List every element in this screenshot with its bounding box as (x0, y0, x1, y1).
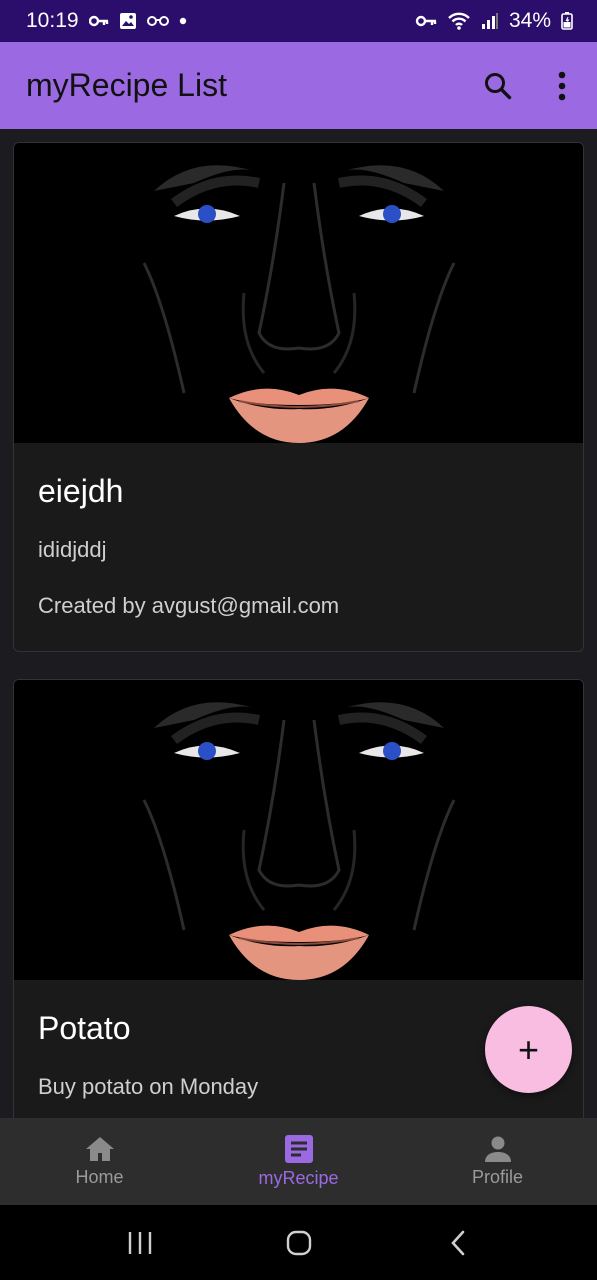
recipe-author: Created by avgust@gmail.com (38, 593, 340, 618)
article-icon (284, 1135, 313, 1163)
status-left: 10:19 (26, 9, 187, 33)
recipe-card[interactable]: eiejdh ididjddj Created by avgust@gmail.… (13, 142, 584, 652)
person-icon (484, 1136, 511, 1162)
home-circle-icon[interactable] (279, 1223, 319, 1263)
nav-item-home[interactable]: Home (0, 1118, 199, 1205)
recents-icon[interactable] (120, 1223, 160, 1263)
more-vert-icon[interactable] (545, 69, 579, 103)
bottom-navigation: Home myRecipe Profile (0, 1118, 597, 1205)
nav-label-profile: Profile (471, 1167, 524, 1187)
status-time: 10:19 (26, 9, 79, 32)
system-navigation (0, 1205, 597, 1280)
status-right: 34% (415, 9, 573, 33)
add-icon: + (517, 1028, 540, 1070)
back-icon[interactable] (438, 1223, 478, 1263)
battery-percent: 34% (508, 9, 551, 32)
app-bar-actions (481, 42, 579, 129)
page-title: myRecipe List (26, 67, 227, 103)
nav-item-profile[interactable]: Profile (398, 1118, 597, 1205)
wifi-icon (447, 11, 471, 31)
recipe-list[interactable]: eiejdh ididjddj Created by avgust@gmail.… (0, 129, 597, 1118)
recipe-title: Potato (38, 1010, 131, 1046)
battery-icon (561, 12, 573, 30)
recipe-image (14, 680, 583, 980)
image-icon (119, 12, 137, 30)
key-icon (88, 15, 109, 27)
glasses-icon (146, 15, 169, 27)
home-icon (85, 1137, 114, 1161)
recipe-title: eiejdh (38, 473, 124, 509)
add-recipe-button[interactable]: + (485, 1006, 572, 1093)
search-icon[interactable] (481, 69, 515, 103)
vpn-key-icon (415, 15, 437, 27)
recipe-description: Buy potato on Monday (38, 1074, 259, 1099)
dot-icon (179, 17, 187, 25)
nav-label-home: Home (75, 1167, 124, 1187)
recipe-description: ididjddj (38, 537, 107, 562)
recipe-card-body: eiejdh ididjddj Created by avgust@gmail.… (14, 443, 583, 621)
nav-label-myrecipe: myRecipe (258, 1168, 339, 1188)
recipe-image (14, 143, 583, 443)
nav-item-myrecipe[interactable]: myRecipe (199, 1118, 398, 1205)
status-bar: 10:19 34% (0, 0, 597, 42)
app-bar: myRecipe List (0, 42, 597, 129)
signal-icon (481, 12, 499, 30)
